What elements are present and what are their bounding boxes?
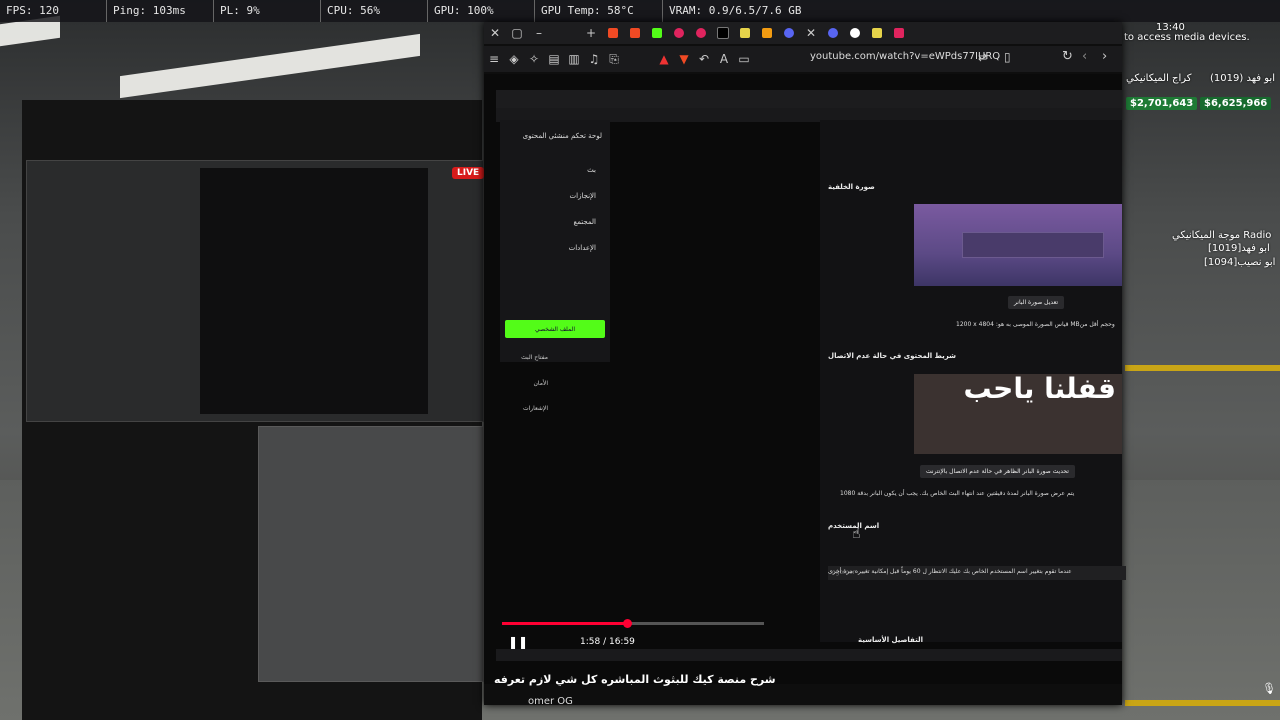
ping-readout: Ping: 103ms <box>107 0 214 22</box>
capture-placeholder <box>258 426 484 682</box>
forward-arrow-icon[interactable]: › <box>1102 49 1107 64</box>
basic-details-label: التفاصيل الأساسية <box>858 636 923 644</box>
sidebar-icon[interactable]: ▥ <box>564 52 584 66</box>
sidebar-item-stream[interactable]: بث <box>506 166 596 174</box>
tab-favicon[interactable] <box>866 22 888 44</box>
floor-line <box>1125 700 1280 706</box>
tab-favicon[interactable] <box>844 22 866 44</box>
fps-readout: FPS: 120 <box>0 0 107 22</box>
sidebar-item-settings[interactable]: الإعدادات <box>506 244 596 252</box>
live-badge: LIVE <box>452 167 485 179</box>
offline-note: يتم عرض صورة البانر لمدة دقيقتين عند انت… <box>840 490 1075 497</box>
gpu-readout: GPU: 100% <box>428 0 535 22</box>
performance-overlay: FPS: 120 Ping: 103ms PL: 9% CPU: 56% GPU… <box>0 0 1280 22</box>
menu-icon[interactable]: ≡ <box>484 52 504 66</box>
warning-icon[interactable]: ▲ <box>654 52 674 66</box>
minimize-icon[interactable]: – <box>528 22 550 44</box>
mouse-cursor-icon: ☝ <box>852 526 861 542</box>
tab-favicon[interactable] <box>668 22 690 44</box>
media-notice: to access media devices. <box>1124 32 1250 43</box>
video-progress-bar[interactable] <box>502 619 764 628</box>
close-icon[interactable]: ✕ <box>484 22 506 44</box>
tab-favicon[interactable] <box>756 22 778 44</box>
cpu-readout: CPU: 56% <box>321 0 428 22</box>
sidebar-item-achievements[interactable]: الإنجازات <box>506 192 596 200</box>
edit-cover-button[interactable]: تعديل صورة البانر <box>1008 296 1065 309</box>
cover-caption-box <box>962 232 1104 258</box>
username-note: عندما تقوم بتغيير اسم المستخدم الخاص بك … <box>828 568 1072 575</box>
update-offline-banner-button[interactable]: تحديث صورة البانر الظاهر في حالة عدم الا… <box>920 465 1075 478</box>
video-title: شرح منصة كيك للبثوث المباشره كل شي لازم … <box>494 673 776 686</box>
offline-banner-image: قفلنا ياحب <box>914 374 1122 454</box>
submenu-notifications[interactable]: الإشعارات <box>523 405 548 412</box>
channel-name[interactable]: omer OG <box>528 696 573 707</box>
tab-favicon[interactable] <box>602 22 624 44</box>
shield-icon[interactable]: ◈ <box>504 52 524 66</box>
submenu-profile[interactable]: الملف الشخصي <box>505 320 605 338</box>
back-icon[interactable]: ↶ <box>694 52 714 66</box>
bank-display: $6,625,966 <box>1200 97 1272 110</box>
recorded-taskbar <box>496 649 1122 661</box>
tabs-icon[interactable]: ▤ <box>544 52 564 66</box>
microphone-icon: 🎙 <box>1262 682 1276 695</box>
translate-icon[interactable]: A <box>714 52 734 66</box>
tab-favicon[interactable] <box>690 22 712 44</box>
time-display: 1:58 / 16:59 <box>580 637 635 647</box>
offline-banner-text: قفلنا ياحب <box>963 374 1116 405</box>
url-bar[interactable]: youtube.com/watch?v=eWPds77IURQ <box>810 51 1000 62</box>
nested-browser <box>200 168 428 414</box>
tab-favicon[interactable] <box>712 22 734 44</box>
tab-favicon[interactable] <box>624 22 646 44</box>
close-tab-icon[interactable]: ✕ <box>800 22 822 44</box>
progress-fill <box>502 622 627 625</box>
radio-member: [1019]ابو فهد <box>1208 243 1270 254</box>
radio-title: موجة الميكانيكي Radio <box>1172 230 1272 241</box>
sidebar-item-community[interactable]: المجتمع <box>506 218 596 226</box>
tab-favicon[interactable] <box>888 22 910 44</box>
screenshot-icon[interactable]: ⎘ <box>604 52 624 67</box>
dashboard-sidebar: لوحة تحكم منشئي المحتوى بث الإنجازات الم… <box>500 120 610 412</box>
hud-job: كراج الميكانيكي <box>1126 73 1192 84</box>
cover-label: صورة الخلفية <box>828 183 875 191</box>
radio-member: [1094]ابو نصيب <box>1204 257 1276 268</box>
extensions-icon[interactable]: ✧ <box>524 52 544 66</box>
cash-display: $2,701,643 <box>1126 97 1198 110</box>
floor-line <box>1125 365 1280 371</box>
submenu-stream-key[interactable]: مفتاح البث <box>521 354 548 361</box>
tab-favicon[interactable] <box>646 22 668 44</box>
hud-player: ابو فهد (1019) <box>1210 73 1275 84</box>
back-arrow-icon[interactable]: ‹ <box>1082 49 1087 64</box>
browser-toolbar: ≡ ◈ ✧ ▤ ▥ ♫ ⎘ ▲ ▼ ↶ A ▭ <box>484 46 1122 72</box>
tab-bar: ✕ ▢ – + ✕ <box>484 22 1122 44</box>
tab-favicon[interactable] <box>822 22 844 44</box>
cover-note: 1200 x 480قياس الصورة الموصى به هو: 4 MB… <box>956 321 1115 328</box>
packet-loss-readout: PL: 9% <box>214 0 321 22</box>
new-tab-icon[interactable]: + <box>580 22 602 44</box>
pause-icon[interactable]: ❚❚ <box>508 635 528 649</box>
tab-favicon[interactable] <box>734 22 756 44</box>
offline-banner-label: شريط المحتوى في حالة عدم الاتصال <box>828 352 956 360</box>
tab-favicon[interactable] <box>778 22 800 44</box>
media-icon[interactable]: ♫ <box>584 52 604 66</box>
submenu-security[interactable]: الأمان <box>533 380 548 387</box>
cast-icon[interactable]: ▭ <box>734 52 754 66</box>
gpu-temp-readout: GPU Temp: 58°C <box>535 0 663 22</box>
reload-icon[interactable]: ↻ <box>1062 49 1073 64</box>
site-settings-icon[interactable]: ⇄ <box>978 51 987 64</box>
vram-readout: VRAM: 0.9/6.5/7.6 GB <box>669 4 802 17</box>
bookmark-icon[interactable]: ▯ <box>1004 50 1011 64</box>
browser-window: ✕ ▢ – + ✕ ≡ ◈ ✧ ▤ ▥ ♫ ⎘ ▲ ▼ ↶ A ▭ youtub… <box>484 22 1126 707</box>
dashboard-header: لوحة تحكم منشئي المحتوى <box>522 132 602 140</box>
brave-icon[interactable]: ▼ <box>674 52 694 66</box>
restore-icon[interactable]: ▢ <box>506 22 528 44</box>
progress-knob[interactable] <box>623 619 632 628</box>
recorded-tab-bar <box>496 90 1122 108</box>
